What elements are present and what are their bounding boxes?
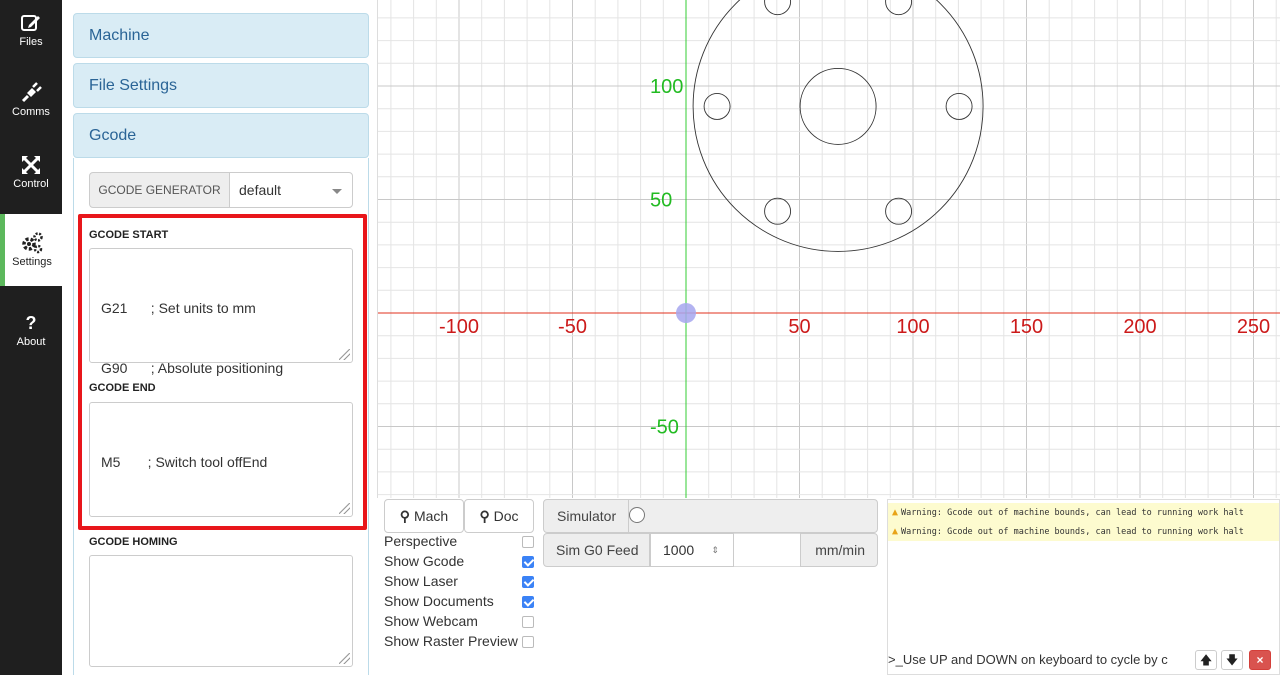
- nav-label: About: [16, 336, 46, 348]
- checkbox[interactable]: [522, 556, 534, 568]
- section-machine[interactable]: Machine: [73, 13, 369, 58]
- workspace-viewport[interactable]: -100 -50 50 100 150 200 250 100 50 -50: [377, 0, 1280, 498]
- console-input[interactable]: >_Use UP and DOWN on keyboard to cycle b…: [888, 652, 1193, 672]
- part-bolt-hole: [885, 197, 913, 225]
- option-show-documents[interactable]: Show Documents: [384, 593, 534, 613]
- part-bolt-hole: [885, 0, 913, 16]
- x-tick-label: 200: [1123, 316, 1156, 338]
- part-outline-circle: [692, 0, 984, 252]
- console-warning: ▲ Warning: Gcode out of machine bounds, c…: [888, 522, 1279, 541]
- part-bolt-hole: [764, 0, 792, 16]
- option-label: Show Webcam: [384, 613, 478, 629]
- gcode-homing-textarea[interactable]: [89, 555, 353, 667]
- nav-label: Files: [19, 36, 43, 48]
- arrows-icon: [21, 155, 41, 175]
- clear-console-button[interactable]: ×: [1249, 650, 1271, 670]
- part-bolt-hole: [703, 92, 731, 120]
- stepper-icon[interactable]: ⇕: [711, 534, 719, 566]
- mach-button[interactable]: ⚲ Mach: [384, 499, 464, 533]
- section-file-settings[interactable]: File Settings: [73, 63, 369, 108]
- resize-handle-icon[interactable]: [339, 653, 350, 664]
- tool-position-marker: [676, 303, 696, 323]
- chevron-down-icon: [332, 189, 342, 194]
- warning-text: Warning: Gcode out of machine bounds, ca…: [901, 508, 1244, 518]
- close-icon: ×: [1256, 653, 1264, 667]
- highlight-box: [78, 214, 367, 530]
- sim-feed-label: Sim G0 Feed: [556, 542, 639, 558]
- nav-item-comms[interactable]: Comms: [0, 80, 62, 150]
- x-tick-label: -50: [558, 316, 587, 338]
- sim-feed-spacer: [734, 533, 800, 567]
- nav-label: Settings: [12, 256, 52, 268]
- doc-button-label: Doc: [493, 508, 519, 524]
- nav-item-control[interactable]: Control: [0, 152, 62, 222]
- warning-icon: ▲: [892, 526, 899, 537]
- workspace-grid: -100 -50 50 100 150 200 250 100 50 -50: [378, 0, 1280, 498]
- simulator-toggle[interactable]: [629, 507, 645, 523]
- history-down-button[interactable]: 🡇: [1221, 650, 1243, 670]
- pencil-square-icon: [21, 15, 40, 31]
- arrow-down-icon: 🡇: [1225, 653, 1239, 667]
- nav-item-files[interactable]: Files: [0, 10, 62, 80]
- nav-label: Comms: [12, 106, 50, 118]
- checkbox[interactable]: [522, 576, 534, 588]
- sim-feed-unit-box: mm/min: [800, 533, 878, 567]
- option-label: Show Documents: [384, 593, 494, 609]
- gcode-generator-button[interactable]: GCODE GENERATOR: [89, 172, 230, 208]
- history-up-button[interactable]: 🡅: [1195, 650, 1217, 670]
- checkbox[interactable]: [522, 616, 534, 628]
- section-gcode[interactable]: Gcode: [73, 113, 369, 158]
- simulator-label: Simulator: [557, 508, 617, 524]
- search-icon: ⚲: [479, 508, 490, 524]
- gcode-generator-value: default: [239, 182, 282, 198]
- console-panel: ▲ Warning: Gcode out of machine bounds, c…: [887, 499, 1280, 675]
- search-icon: ⚲: [399, 508, 411, 524]
- x-tick-label: 250: [1237, 316, 1270, 338]
- gcode-generator-select[interactable]: default: [229, 172, 353, 208]
- nav-item-about[interactable]: ? About: [0, 310, 62, 380]
- option-show-gcode[interactable]: Show Gcode: [384, 553, 534, 573]
- option-show-laser[interactable]: Show Laser: [384, 573, 534, 593]
- plug-icon: [21, 82, 42, 103]
- doc-button[interactable]: ⚲ Doc: [464, 499, 534, 533]
- option-label: Show Raster Preview: [384, 633, 518, 649]
- x-tick-label: 50: [788, 316, 810, 338]
- y-tick-label: 100: [650, 76, 683, 98]
- cogs-icon: [22, 232, 43, 254]
- option-show-raster-preview[interactable]: Show Raster Preview: [384, 633, 534, 653]
- checkbox[interactable]: [522, 596, 534, 608]
- question-icon: ?: [25, 313, 37, 333]
- part-bolt-hole: [764, 197, 792, 225]
- sim-feed-label-box: Sim G0 Feed: [543, 533, 650, 567]
- part-bolt-hole: [945, 92, 973, 120]
- main-nav: Files Comms Control Settings ? About: [0, 0, 64, 675]
- y-tick-label: -50: [650, 417, 679, 439]
- part-center-hole: [799, 67, 877, 145]
- option-show-webcam[interactable]: Show Webcam: [384, 613, 534, 633]
- y-tick-label: 50: [650, 190, 672, 212]
- nav-label: Control: [13, 178, 49, 190]
- checkbox[interactable]: [522, 536, 534, 548]
- arrow-up-icon: 🡅: [1199, 653, 1213, 667]
- mach-button-label: Mach: [413, 508, 449, 524]
- warning-text: Warning: Gcode out of machine bounds, ca…: [901, 527, 1244, 537]
- x-tick-label: -100: [439, 316, 479, 338]
- sim-feed-value: 1000: [663, 542, 695, 558]
- console-prompt: >_Use UP and DOWN on keyboard to cycle b…: [888, 652, 1168, 667]
- sim-feed-input[interactable]: 1000 ⇕: [650, 533, 734, 567]
- gcode-homing-label: GCODE HOMING: [89, 536, 178, 548]
- option-perspective[interactable]: Perspective: [384, 533, 534, 553]
- nav-item-settings[interactable]: Settings: [0, 214, 64, 286]
- sim-feed-unit: mm/min: [815, 542, 865, 558]
- simulator-bar: Simulator: [543, 499, 878, 533]
- option-label: Show Gcode: [384, 553, 465, 569]
- x-tick-label: 100: [896, 316, 929, 338]
- console-warning: ▲ Warning: Gcode out of machine bounds, c…: [888, 503, 1279, 522]
- warning-icon: ▲: [892, 507, 899, 518]
- option-label: Perspective: [384, 533, 458, 549]
- option-label: Show Laser: [384, 573, 458, 589]
- x-tick-label: 150: [1010, 316, 1043, 338]
- checkbox[interactable]: [522, 636, 534, 648]
